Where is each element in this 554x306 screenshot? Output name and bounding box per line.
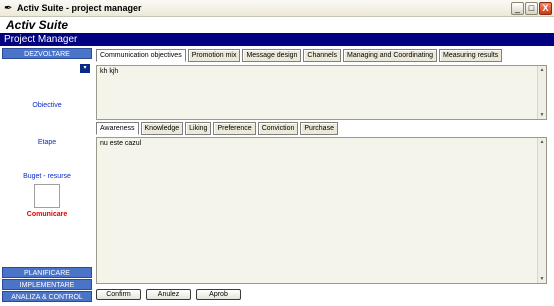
sidebar-item-comunicare[interactable]: Comunicare — [2, 211, 92, 218]
sidebar-section-dezvoltare[interactable]: DEZVOLTARE — [2, 48, 92, 59]
awareness-textarea[interactable]: nu este cazul ▲ ▼ — [96, 137, 547, 284]
tab-purchase[interactable]: Purchase — [300, 122, 338, 135]
confirm-button[interactable]: Confirm — [96, 289, 141, 300]
tab-preference[interactable]: Preference — [213, 122, 256, 135]
scroll-up-icon[interactable]: ▲ — [538, 66, 546, 74]
scroll-up-icon[interactable]: ▲ — [538, 138, 546, 146]
section-bar: Project Manager — [0, 33, 554, 46]
tab-knowledge[interactable]: Knowledge — [140, 122, 184, 135]
app-brand: Activ Suite — [6, 18, 69, 32]
sidebar-section-planificare[interactable]: PLANIFICARE — [2, 267, 92, 278]
tab-communication-objectives[interactable]: Communication objectives — [96, 49, 186, 62]
sidebar-item-etape[interactable]: Etape — [2, 139, 92, 146]
minimize-button[interactable]: _ — [511, 2, 524, 15]
scrollbar[interactable]: ▲ ▼ — [537, 66, 546, 119]
objectives-textarea[interactable]: kh kjh ▲ ▼ — [96, 65, 547, 120]
sidebar-item-obiective[interactable]: Obiective — [2, 102, 92, 109]
sidebar: DEZVOLTARE ▾ Obiective Etape Buget - res… — [0, 46, 94, 306]
action-buttons: Confirm Anulez Aprob — [96, 289, 241, 300]
feather-icon: ✒ — [4, 3, 13, 14]
main-tabs: Communication objectives Promotion mix M… — [96, 49, 503, 63]
tab-conviction[interactable]: Conviction — [257, 122, 299, 135]
sidebar-item-buget[interactable]: Buget - resurse — [2, 173, 92, 180]
sidebar-panel: ▾ Obiective Etape Buget - resurse Comuni… — [2, 60, 92, 265]
chevron-down-icon[interactable]: ▾ — [80, 64, 90, 73]
tab-awareness[interactable]: Awareness — [96, 122, 139, 135]
sidebar-section-implementare[interactable]: IMPLEMENTARE — [2, 279, 92, 290]
sub-tabs: Awareness Knowledge Liking Preference Co… — [96, 122, 338, 136]
anulez-button[interactable]: Anulez — [146, 289, 191, 300]
sidebar-section-analiza[interactable]: ANALIZA & CONTROL — [2, 291, 92, 302]
tab-message-design[interactable]: Message design — [242, 49, 302, 62]
main-panel: Communication objectives Promotion mix M… — [94, 46, 554, 306]
maximize-button[interactable]: □ — [525, 2, 538, 15]
scrollbar[interactable]: ▲ ▼ — [537, 138, 546, 283]
close-button[interactable]: X — [539, 2, 552, 15]
scroll-down-icon[interactable]: ▼ — [538, 111, 546, 119]
tab-promotion-mix[interactable]: Promotion mix — [187, 49, 241, 62]
sidebar-item-image — [34, 184, 60, 208]
aprob-button[interactable]: Aprob — [196, 289, 241, 300]
awareness-text: nu este cazul — [100, 140, 142, 147]
section-title: Project Manager — [4, 34, 78, 45]
objectives-text: kh kjh — [100, 68, 119, 75]
scroll-down-icon[interactable]: ▼ — [538, 275, 546, 283]
window-titlebar: ✒ Activ Suite - project manager _ □ X — [0, 0, 554, 17]
tab-channels[interactable]: Channels — [303, 49, 341, 62]
tab-managing-coordinating[interactable]: Managing and Coordinating — [343, 49, 438, 62]
app-header: Activ Suite — [0, 17, 554, 33]
tab-liking[interactable]: Liking — [185, 122, 212, 135]
tab-measuring-results[interactable]: Measuring results — [439, 49, 503, 62]
window-title: Activ Suite - project manager — [17, 3, 142, 13]
